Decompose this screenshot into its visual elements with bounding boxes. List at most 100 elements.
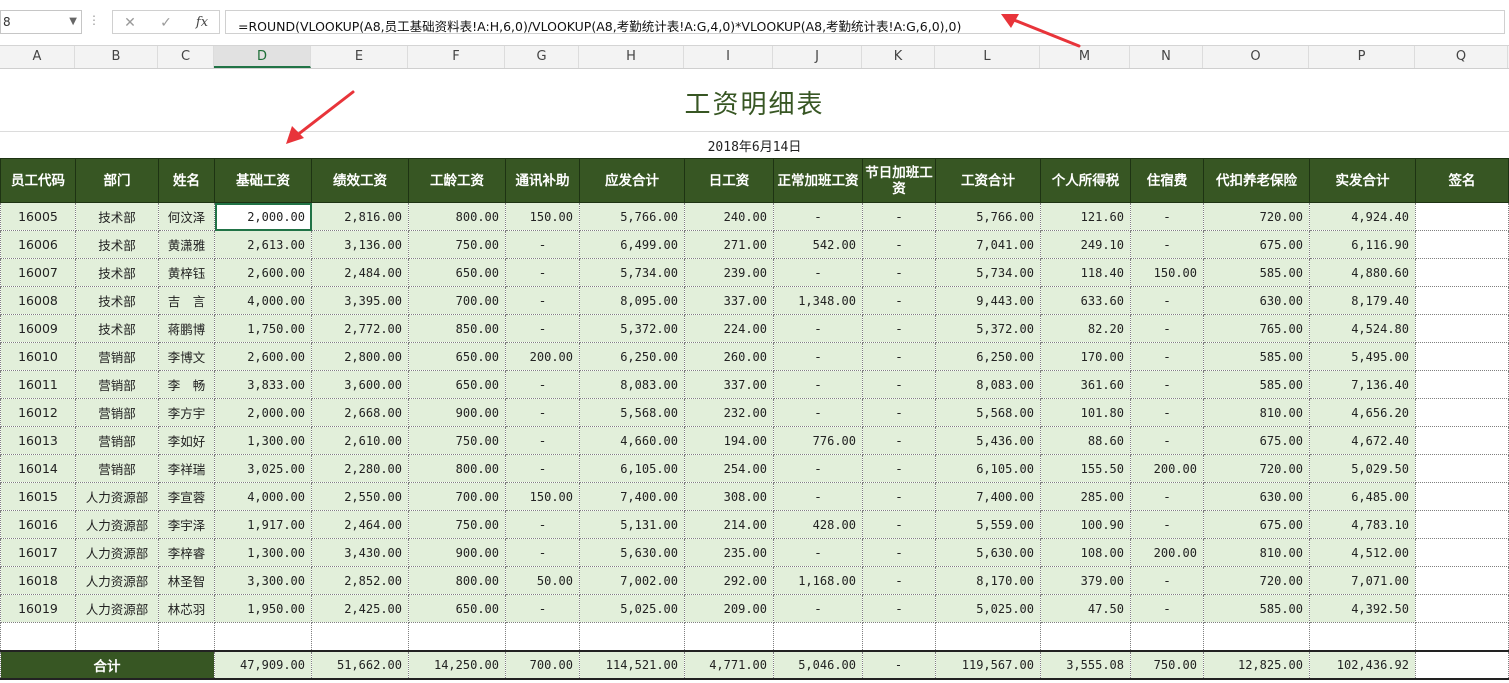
cell-P[interactable]: 5,495.00	[1309, 342, 1416, 371]
cell-Q[interactable]	[1415, 202, 1509, 231]
cell-I[interactable]	[684, 622, 774, 651]
cell-H[interactable]: 8,083.00	[579, 370, 685, 399]
cell-M[interactable]: 155.50	[1040, 454, 1131, 483]
cell-D[interactable]: 4,000.00	[214, 286, 312, 315]
cell-C[interactable]: 李 畅	[158, 370, 215, 399]
totals-label[interactable]: 合计	[0, 649, 215, 680]
column-header-C[interactable]: C	[158, 46, 214, 68]
total-cell-F[interactable]: 14,250.00	[408, 649, 506, 680]
cell-D[interactable]: 2,000.00	[214, 398, 312, 427]
cell-B[interactable]: 技术部	[75, 202, 159, 231]
cell-A[interactable]: 16018	[0, 566, 76, 595]
column-header-D[interactable]: D	[214, 46, 311, 68]
cell-D[interactable]: 1,917.00	[214, 510, 312, 539]
cell-L[interactable]: 5,025.00	[935, 594, 1041, 623]
cell-A[interactable]: 16006	[0, 230, 76, 259]
cell-F[interactable]: 750.00	[408, 230, 506, 259]
cell-I[interactable]: 308.00	[684, 482, 774, 511]
cell-Q[interactable]	[1415, 342, 1509, 371]
cell-I[interactable]: 235.00	[684, 538, 774, 567]
cell-E[interactable]: 2,668.00	[311, 398, 409, 427]
cell-P[interactable]: 4,672.40	[1309, 426, 1416, 455]
cell-E[interactable]: 2,852.00	[311, 566, 409, 595]
cell-E[interactable]: 2,280.00	[311, 454, 409, 483]
cell-D[interactable]: 1,300.00	[214, 538, 312, 567]
column-header-I[interactable]: I	[684, 46, 773, 68]
cell-G[interactable]: 150.00	[505, 202, 580, 231]
cell-O[interactable]: 585.00	[1203, 594, 1310, 623]
cell-D[interactable]: 1,300.00	[214, 426, 312, 455]
cell-D[interactable]: 1,950.00	[214, 594, 312, 623]
cell-A[interactable]	[0, 622, 76, 651]
cell-B[interactable]: 技术部	[75, 230, 159, 259]
cell-H[interactable]: 4,660.00	[579, 426, 685, 455]
cell-K[interactable]: -	[862, 398, 936, 427]
column-header-A[interactable]: A	[0, 46, 75, 68]
cell-O[interactable]: 585.00	[1203, 370, 1310, 399]
cell-C[interactable]: 吉 言	[158, 286, 215, 315]
header-cell-P[interactable]: 实发合计	[1309, 158, 1416, 203]
cell-J[interactable]: -	[773, 398, 863, 427]
cell-G[interactable]: -	[505, 314, 580, 343]
cell-K[interactable]: -	[862, 454, 936, 483]
cell-D[interactable]	[214, 622, 312, 651]
total-cell-Q[interactable]	[1415, 649, 1509, 680]
cell-H[interactable]: 8,095.00	[579, 286, 685, 315]
cell-C[interactable]: 李祥瑞	[158, 454, 215, 483]
column-header-M[interactable]: M	[1040, 46, 1130, 68]
cell-I[interactable]: 271.00	[684, 230, 774, 259]
cell-I[interactable]: 240.00	[684, 202, 774, 231]
cell-J[interactable]: -	[773, 594, 863, 623]
cell-K[interactable]: -	[862, 566, 936, 595]
cell-E[interactable]: 3,600.00	[311, 370, 409, 399]
cell-C[interactable]: 林圣智	[158, 566, 215, 595]
cell-N[interactable]: -	[1130, 510, 1204, 539]
cell-Q[interactable]	[1415, 566, 1509, 595]
cell-J[interactable]: 542.00	[773, 230, 863, 259]
cell-M[interactable]: 361.60	[1040, 370, 1131, 399]
cell-J[interactable]: -	[773, 342, 863, 371]
column-header-J[interactable]: J	[773, 46, 862, 68]
cell-B[interactable]: 人力资源部	[75, 482, 159, 511]
cell-C[interactable]	[158, 622, 215, 651]
cell-O[interactable]: 810.00	[1203, 538, 1310, 567]
cell-A[interactable]: 16015	[0, 482, 76, 511]
cell-B[interactable]	[75, 622, 159, 651]
formula-input[interactable]: =ROUND(VLOOKUP(A8,员工基础资料表!A:H,6,0)/VLOOK…	[225, 10, 1505, 34]
header-cell-O[interactable]: 代扣养老保险	[1203, 158, 1310, 203]
cell-A[interactable]: 16016	[0, 510, 76, 539]
cancel-icon[interactable]: ✕	[117, 13, 143, 33]
cell-D[interactable]: 2,600.00	[214, 342, 312, 371]
cell-I[interactable]: 214.00	[684, 510, 774, 539]
cell-J[interactable]: -	[773, 258, 863, 287]
cell-O[interactable]	[1203, 622, 1310, 651]
header-cell-N[interactable]: 住宿费	[1130, 158, 1204, 203]
cell-L[interactable]: 5,372.00	[935, 314, 1041, 343]
cell-M[interactable]: 170.00	[1040, 342, 1131, 371]
cell-G[interactable]: 150.00	[505, 482, 580, 511]
cell-L[interactable]: 5,630.00	[935, 538, 1041, 567]
header-cell-B[interactable]: 部门	[75, 158, 159, 203]
cell-B[interactable]: 技术部	[75, 314, 159, 343]
cell-I[interactable]: 254.00	[684, 454, 774, 483]
cell-A[interactable]: 16005	[0, 202, 76, 231]
cell-F[interactable]: 700.00	[408, 482, 506, 511]
cell-E[interactable]	[311, 622, 409, 651]
cell-D[interactable]: 2,000.00	[214, 202, 312, 231]
cell-E[interactable]: 3,395.00	[311, 286, 409, 315]
header-cell-E[interactable]: 绩效工资	[311, 158, 409, 203]
cell-O[interactable]: 810.00	[1203, 398, 1310, 427]
cell-F[interactable]: 900.00	[408, 398, 506, 427]
cell-Q[interactable]	[1415, 622, 1509, 651]
total-cell-L[interactable]: 119,567.00	[935, 649, 1041, 680]
cell-A[interactable]: 16011	[0, 370, 76, 399]
column-header-K[interactable]: K	[862, 46, 935, 68]
cell-A[interactable]: 16014	[0, 454, 76, 483]
cell-B[interactable]: 人力资源部	[75, 510, 159, 539]
cell-I[interactable]: 260.00	[684, 342, 774, 371]
header-cell-D[interactable]: 基础工资	[214, 158, 312, 203]
cell-H[interactable]: 7,400.00	[579, 482, 685, 511]
cell-H[interactable]: 5,568.00	[579, 398, 685, 427]
cell-M[interactable]: 633.60	[1040, 286, 1131, 315]
cell-N[interactable]	[1130, 622, 1204, 651]
